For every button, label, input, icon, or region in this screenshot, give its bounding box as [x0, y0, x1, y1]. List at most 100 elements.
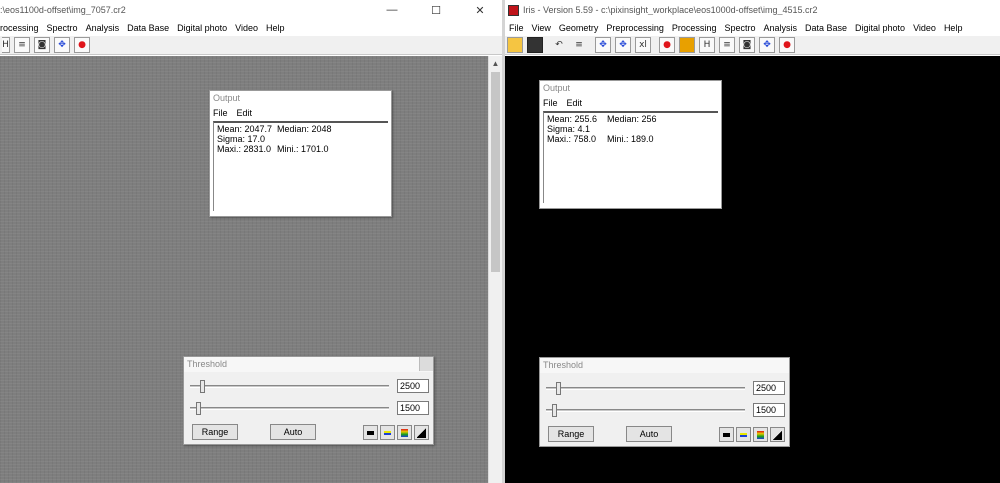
close-button[interactable]: ✕ [458, 0, 502, 20]
low-slider-thumb[interactable] [195, 401, 201, 415]
menu-processing[interactable]: Processing [668, 23, 721, 33]
left-threshold-panel: Threshold 2500 1500 Range Auto [183, 356, 434, 445]
gradient-palette-icon[interactable] [770, 426, 785, 442]
red-dot-icon[interactable]: ● [779, 37, 795, 53]
mean-value: Mean: 2047.7 [217, 124, 273, 134]
range-button[interactable]: Range [548, 426, 594, 442]
right-menu-bar: File View Geometry Preprocessing Process… [505, 20, 1000, 35]
menu-help[interactable]: Help [940, 23, 967, 33]
menu-video[interactable]: Video [231, 23, 262, 33]
menu-geometry[interactable]: Geometry [555, 23, 603, 33]
high-threshold-slider[interactable] [546, 381, 745, 395]
low-slider-thumb[interactable] [551, 403, 557, 417]
left-menu-bar: rocessing Spectro Analysis Data Base Dig… [0, 20, 502, 35]
maxi-value: Maxi.: 758.0 [547, 134, 597, 144]
open-folder-icon[interactable] [507, 37, 523, 53]
maximize-button[interactable]: ☐ [414, 0, 458, 20]
right-title-bar: Iris - Version 5.59 - c:\pixinsight_work… [505, 0, 1000, 20]
output-menu-file[interactable]: File [213, 108, 228, 118]
menu-data-base[interactable]: Data Base [123, 23, 173, 33]
output-menu-edit[interactable]: Edit [237, 108, 253, 118]
text-lines-icon[interactable]: ≡ [14, 37, 30, 53]
save-disk-icon[interactable] [527, 37, 543, 53]
black-palette-icon[interactable] [719, 426, 734, 442]
low-threshold-input[interactable]: 1500 [397, 401, 429, 415]
menu-help[interactable]: Help [262, 23, 289, 33]
high-threshold-input[interactable]: 2500 [753, 381, 785, 395]
text-lines-icon[interactable]: ≡ [719, 37, 735, 53]
iris-app-icon [508, 4, 519, 16]
mini-value: Mini.: 1701.0 [277, 144, 329, 154]
high-slider-thumb[interactable] [199, 379, 205, 393]
orange-square-icon[interactable] [679, 37, 695, 53]
move-icon[interactable]: ✥ [615, 37, 631, 53]
sigma-value: Sigma: 4.1 [547, 124, 591, 134]
median-value: Median: 256 [607, 114, 657, 124]
output-menu-file[interactable]: File [543, 98, 558, 108]
black-palette-icon[interactable] [363, 424, 378, 440]
left-toolbar: H ≡ ◙ ✥ ● [0, 36, 502, 55]
auto-button[interactable]: Auto [270, 424, 316, 440]
minimize-button[interactable]: — [370, 0, 414, 20]
output-menu-edit[interactable]: Edit [567, 98, 583, 108]
cross-target-icon[interactable]: ✥ [759, 37, 775, 53]
blue-palette-icon[interactable] [380, 424, 395, 440]
menu-analysis[interactable]: Analysis [759, 23, 801, 33]
low-threshold-slider[interactable] [190, 401, 389, 415]
output-text-area[interactable]: Mean: 2047.7 Median: 2048 Sigma: 17.0 Max… [213, 121, 388, 211]
menu-spectro[interactable]: Spectro [43, 23, 82, 33]
gradient-palette-icon[interactable] [414, 424, 429, 440]
scrollbar-thumb[interactable] [491, 72, 500, 272]
output-text-area[interactable]: Mean: 255.6 Median: 256 Sigma: 4.1 Maxi.:… [543, 111, 718, 203]
right-iris-window: Iris - Version 5.59 - c:\pixinsight_work… [505, 0, 1000, 483]
output-title: Output [210, 91, 391, 106]
threshold-title: Threshold [540, 358, 789, 373]
right-window-title: Iris - Version 5.59 - c:\pixinsight_work… [523, 5, 818, 15]
menu-analysis[interactable]: Analysis [82, 23, 124, 33]
median-value: Median: 2048 [277, 124, 332, 134]
red-target-icon[interactable]: ● [659, 37, 675, 53]
flip-icon[interactable]: ≡ [571, 37, 587, 53]
camera-icon[interactable]: ◙ [34, 37, 50, 53]
menu-video[interactable]: Video [909, 23, 940, 33]
threshold-close-button[interactable] [419, 357, 433, 371]
right-toolbar: ↶ ≡ ✥ ✥ xl ● H ≡ ◙ ✥ ● [505, 36, 1000, 55]
red-dot-icon[interactable]: ● [74, 37, 90, 53]
range-button[interactable]: Range [192, 424, 238, 440]
menu-data-base[interactable]: Data Base [801, 23, 851, 33]
output-menu: File Edit [540, 96, 721, 109]
undo-icon[interactable]: ↶ [551, 37, 567, 53]
blue-palette-icon[interactable] [736, 426, 751, 442]
rainbow-palette-icon[interactable] [397, 424, 412, 440]
rainbow-palette-icon[interactable] [753, 426, 768, 442]
menu-digital-photo[interactable]: Digital photo [173, 23, 231, 33]
scroll-up-arrow-icon[interactable]: ▲ [489, 56, 502, 70]
cross-target-icon[interactable]: ✥ [54, 37, 70, 53]
low-threshold-slider[interactable] [546, 403, 745, 417]
left-output-panel: Output File Edit Mean: 2047.7 Median: 204… [209, 90, 392, 217]
sigma-value: Sigma: 17.0 [217, 134, 266, 144]
mini-value: Mini.: 189.0 [607, 134, 654, 144]
high-threshold-slider[interactable] [190, 379, 389, 393]
high-slider-thumb[interactable] [555, 381, 561, 395]
low-threshold-input[interactable]: 1500 [753, 403, 785, 417]
menu-file[interactable]: File [505, 23, 528, 33]
right-threshold-panel: Threshold 2500 1500 Range Auto [539, 357, 790, 447]
menu-processing[interactable]: rocessing [0, 23, 43, 33]
histogram-icon[interactable]: H [2, 37, 10, 53]
menu-preprocessing[interactable]: Preprocessing [602, 23, 668, 33]
histogram-icon[interactable]: H [699, 37, 715, 53]
mean-value: Mean: 255.6 [547, 114, 598, 124]
menu-view[interactable]: View [528, 23, 555, 33]
output-title: Output [540, 81, 721, 96]
menu-spectro[interactable]: Spectro [720, 23, 759, 33]
left-iris-window: :\eos1100d-offset\img_7057.cr2 — ☐ ✕ roc… [0, 0, 502, 483]
left-vertical-scrollbar[interactable]: ▲ [488, 56, 502, 483]
menu-digital-photo[interactable]: Digital photo [851, 23, 909, 33]
camera-icon[interactable]: ◙ [739, 37, 755, 53]
left-title-bar: :\eos1100d-offset\img_7057.cr2 — ☐ ✕ [0, 0, 502, 20]
grid-select-icon[interactable]: ✥ [595, 37, 611, 53]
high-threshold-input[interactable]: 2500 [397, 379, 429, 393]
xl-icon[interactable]: xl [635, 37, 651, 53]
auto-button[interactable]: Auto [626, 426, 672, 442]
